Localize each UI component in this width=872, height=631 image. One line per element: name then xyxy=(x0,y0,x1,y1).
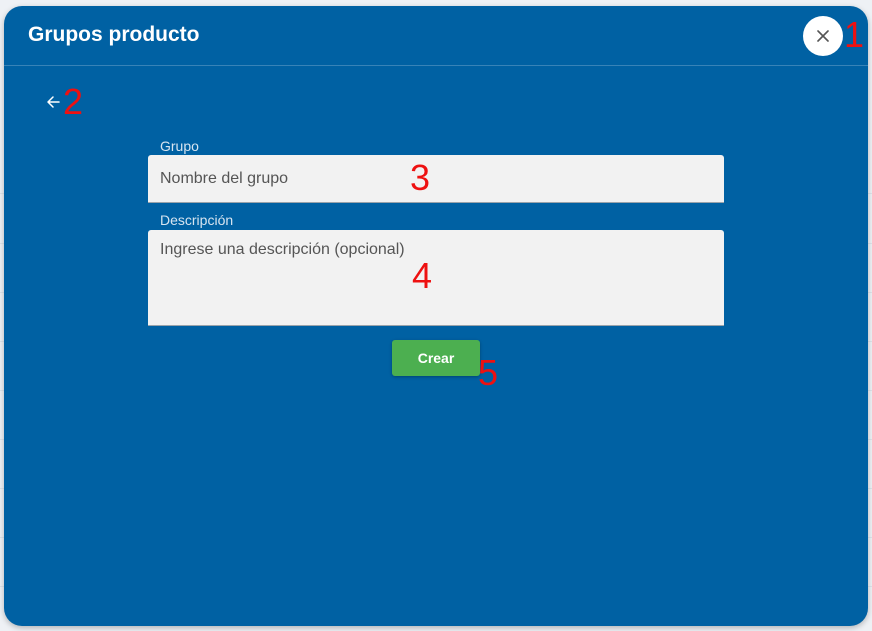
close-icon xyxy=(817,30,829,42)
close-button[interactable] xyxy=(803,16,843,56)
annotation-marker-4: 4 xyxy=(412,255,433,296)
annotation-marker-1: 1 xyxy=(844,14,865,55)
create-button[interactable]: Crear xyxy=(392,340,480,376)
description-label: Descripción xyxy=(160,212,234,228)
description-textarea[interactable] xyxy=(148,230,724,326)
group-name-input[interactable] xyxy=(148,155,724,203)
modal-title: Grupos producto xyxy=(28,23,200,46)
annotation-marker-5: 5 xyxy=(478,352,499,393)
modal-header: Grupos producto 1 xyxy=(4,6,868,66)
back-button[interactable] xyxy=(43,93,63,111)
group-modal: Grupos producto 1 2 Grupo 3 Descripción … xyxy=(4,6,868,626)
arrow-left-icon xyxy=(47,96,60,108)
group-label: Grupo xyxy=(160,138,199,154)
annotation-marker-3: 3 xyxy=(410,157,431,198)
annotation-marker-2: 2 xyxy=(63,81,84,122)
